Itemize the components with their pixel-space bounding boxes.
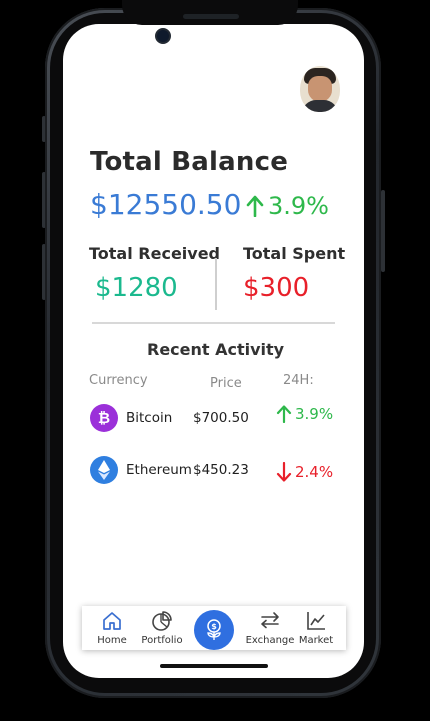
total-balance-title: Total Balance	[90, 147, 289, 177]
total-spent-amount: $300	[243, 273, 310, 303]
column-header-24h: 24H:	[283, 373, 314, 388]
ethereum-icon	[90, 456, 118, 484]
home-indicator[interactable]	[160, 664, 268, 668]
total-received-label: Total Received	[89, 244, 221, 263]
speaker-grille	[183, 14, 239, 19]
arrow-up-icon	[246, 195, 264, 217]
power-button	[381, 190, 385, 272]
svg-text:₿: ₿	[98, 409, 110, 427]
change-value-bitcoin: 3.9%	[295, 405, 334, 423]
nav-home[interactable]: Home	[84, 606, 140, 650]
summary-divider	[215, 258, 217, 310]
front-camera	[155, 28, 171, 44]
pie-chart-icon	[152, 611, 172, 631]
arrow-up-icon	[276, 405, 292, 423]
nav-portfolio-label: Portfolio	[141, 635, 183, 646]
change-ethereum: 2.4%	[276, 462, 333, 482]
balance-change: 3.9%	[246, 192, 329, 220]
svg-text:$: $	[211, 622, 217, 631]
section-divider	[92, 322, 335, 324]
user-avatar[interactable]	[300, 66, 340, 112]
change-value-ethereum: 2.4%	[295, 463, 334, 481]
price-ethereum: $450.23	[193, 462, 249, 478]
notch	[122, 0, 298, 25]
change-bitcoin: 3.9%	[276, 405, 333, 423]
column-header-price: Price	[210, 376, 242, 391]
line-chart-icon	[307, 612, 325, 630]
price-bitcoin: $700.50	[193, 410, 249, 426]
bitcoin-icon: ₿	[90, 404, 118, 432]
nav-market-label: Market	[298, 635, 334, 646]
total-spent-label: Total Spent	[243, 244, 346, 263]
total-balance-amount: $12550.50	[90, 188, 242, 221]
exchange-icon	[261, 612, 279, 629]
nav-market[interactable]: Market	[288, 606, 344, 650]
arrow-down-icon	[276, 462, 292, 482]
total-received-amount: $1280	[95, 273, 178, 303]
home-icon	[103, 612, 121, 630]
nav-home-label: Home	[97, 635, 127, 646]
recent-activity-title: Recent Activity	[147, 340, 285, 359]
currency-name-bitcoin[interactable]: Bitcoin	[126, 410, 172, 426]
dollar-plant-icon: $	[207, 619, 221, 640]
nav-portfolio[interactable]: Portfolio	[134, 606, 190, 650]
balance-change-value: 3.9%	[268, 192, 329, 220]
nav-center-button[interactable]: $	[194, 610, 234, 650]
currency-name-ethereum[interactable]: Ethereum	[126, 462, 192, 478]
column-header-currency: Currency	[89, 373, 148, 388]
